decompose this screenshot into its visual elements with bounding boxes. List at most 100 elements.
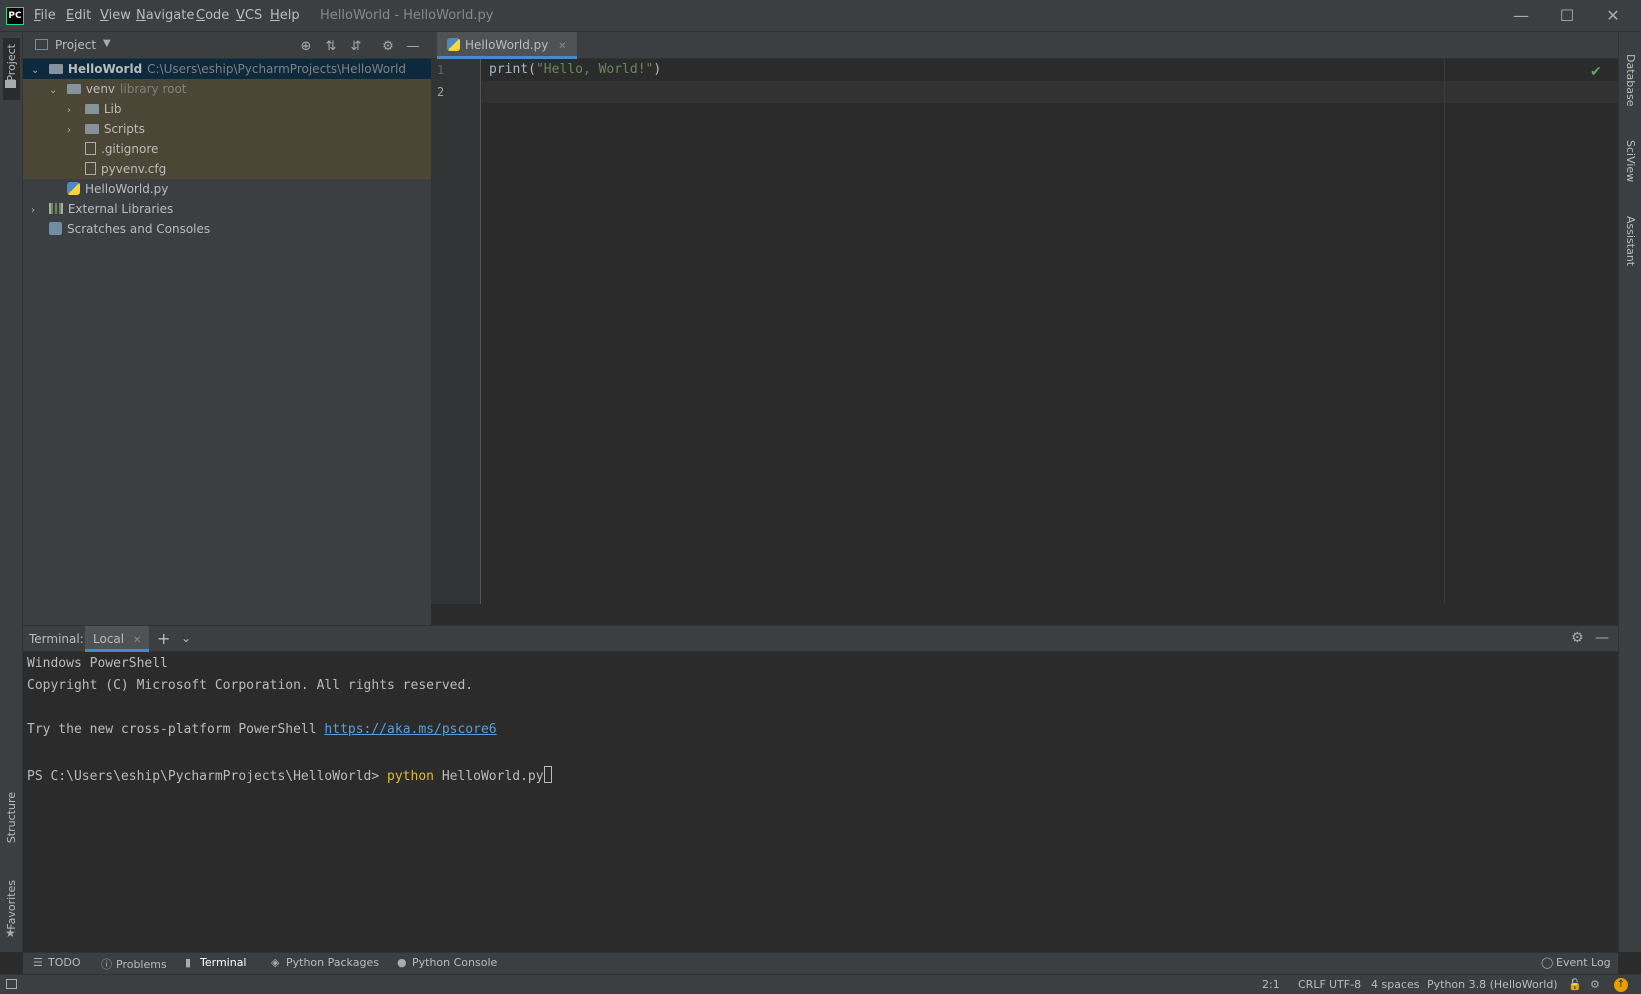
tool-tab-label: Terminal [200, 956, 247, 969]
chevron-down-icon[interactable]: ⌄ [49, 81, 59, 101]
packages-icon: ◈ [271, 956, 280, 969]
status-caret-position[interactable]: 2:1 [1262, 978, 1280, 991]
tree-root-path: C:\Users\eship\PycharmProjects\HelloWorl… [147, 62, 406, 76]
tree-item-lib[interactable]: › Lib [23, 99, 431, 119]
left-tool-strip: Project Structure Favorites ★ [0, 32, 23, 952]
gear-icon[interactable]: ⚙ [1571, 630, 1584, 646]
terminal-output[interactable]: Windows PowerShell Copyright (C) Microso… [23, 652, 1618, 951]
python-console-icon: ● [397, 956, 407, 969]
project-view-selector[interactable]: Project [55, 38, 96, 52]
libraries-icon [48, 203, 63, 214]
chevron-right-icon[interactable]: › [67, 121, 77, 141]
code-close-paren: ) [653, 62, 662, 77]
status-indent[interactable]: 4 spaces [1371, 978, 1420, 991]
code-line-1[interactable]: print("Hello, World!") [489, 62, 661, 77]
project-tool-tab[interactable]: Project [3, 38, 20, 100]
chevron-down-icon[interactable]: ▼ [103, 38, 111, 49]
folder-icon [66, 84, 81, 94]
tool-tab-event-log[interactable]: ◯ Event Log [1541, 956, 1611, 969]
tool-tab-label: Python Console [412, 956, 498, 969]
tool-tab-label: TODO [48, 956, 81, 969]
minimize-icon[interactable]: — [1511, 6, 1531, 26]
project-view-icon [35, 39, 48, 50]
tool-tab-todo[interactable]: ☰ TODO [33, 956, 81, 969]
chevron-right-icon[interactable]: › [67, 101, 77, 121]
terminal-prompt-line[interactable]: PS C:\Users\eship\PycharmProjects\HelloW… [27, 766, 552, 784]
tree-venv-label: venv [85, 82, 116, 96]
lock-icon[interactable]: 🔓 [1568, 978, 1582, 991]
expand-all-icon[interactable]: ⇅ [323, 39, 339, 55]
favorites-tool-tab[interactable]: Favorites [5, 880, 18, 930]
terminal-line: Try the new cross-platform PowerShell ht… [27, 722, 497, 737]
status-line-separator[interactable]: CRLF [1298, 978, 1326, 991]
chevron-down-icon[interactable]: ⌄ [181, 631, 191, 645]
tool-tab-label: Event Log [1556, 956, 1611, 969]
terminal-label: Terminal: [29, 632, 84, 646]
tree-item-gitignore[interactable]: .gitignore [23, 139, 431, 159]
info-icon: ⓘ [101, 958, 112, 971]
right-tool-strip: Database SciView Assistant [1618, 32, 1641, 952]
menu-navigate[interactable]: Navigate [136, 8, 194, 23]
tree-item-helloworld-py[interactable]: HelloWorld.py [23, 179, 431, 199]
tree-item-root[interactable]: ⌄ HelloWorld C:\Users\eship\PycharmProjec… [23, 59, 431, 79]
status-bar: 2:1 CRLF UTF-8 4 spaces Python 3.8 (Hell… [0, 974, 1641, 994]
tool-tab-problems[interactable]: ⓘ Problems [101, 956, 167, 972]
config-file-icon [85, 162, 96, 175]
close-icon[interactable]: ✕ [1603, 6, 1623, 26]
tree-scratches-label: Scratches and Consoles [67, 222, 211, 236]
tool-tab-python-packages[interactable]: ◈ Python Packages [271, 956, 379, 969]
new-terminal-icon[interactable]: + [157, 629, 170, 648]
folder-icon [48, 64, 63, 74]
notification-icon[interactable]: ↑ [1614, 978, 1628, 992]
menu-help[interactable]: Help [270, 8, 300, 23]
tree-external-libs-label: External Libraries [67, 202, 174, 216]
collapse-all-icon[interactable]: ⇵ [348, 39, 364, 55]
terminal-text: Try the new cross-platform PowerShell [27, 722, 325, 737]
tree-item-scripts[interactable]: › Scripts [23, 119, 431, 139]
terminal-header: Terminal: Local ✕ + ⌄ ⚙ — [23, 626, 1618, 652]
editor-gutter: 1 2 [431, 59, 481, 604]
tree-scripts-label: Scripts [103, 122, 145, 136]
assistant-tool-tab[interactable]: Assistant [1624, 216, 1637, 266]
close-tab-icon[interactable]: ✕ [133, 635, 141, 646]
editor-tab-helloworld[interactable]: HelloWorld.py ✕ [437, 32, 577, 59]
menu-vcs[interactable]: VCS [236, 8, 262, 23]
hide-panel-icon[interactable]: — [405, 39, 421, 55]
tree-item-venv[interactable]: ⌄ venv library root [23, 79, 431, 99]
menu-edit[interactable]: Edit [66, 8, 91, 23]
editor-tab-label: HelloWorld.py [465, 38, 549, 52]
status-interpreter[interactable]: Python 3.8 (HelloWorld) [1427, 978, 1558, 991]
sciview-tool-tab[interactable]: SciView [1624, 140, 1637, 182]
terminal-cursor [543, 766, 552, 783]
code-editor[interactable] [482, 59, 1618, 604]
caret-row-highlight [482, 81, 1618, 103]
tool-tab-terminal[interactable]: ▮ Terminal [185, 956, 247, 969]
code-function: print( [489, 62, 536, 77]
chevron-right-icon[interactable]: › [31, 201, 41, 221]
chevron-down-icon[interactable]: ⌄ [31, 61, 41, 81]
terminal-tab-local[interactable]: Local ✕ [85, 626, 150, 652]
gear-icon[interactable]: ⚙ [1590, 978, 1600, 991]
pycharm-logo-icon: PC [6, 7, 24, 25]
menu-code[interactable]: Code [196, 8, 229, 23]
close-tab-icon[interactable]: ✕ [558, 41, 566, 52]
gear-icon[interactable]: ⚙ [380, 39, 396, 55]
structure-tool-tab[interactable]: Structure [5, 792, 18, 843]
folder-icon [84, 104, 99, 114]
tree-gitignore-label: .gitignore [101, 142, 159, 156]
tool-tab-python-console[interactable]: ● Python Console [397, 956, 497, 969]
hide-panel-icon[interactable]: — [1595, 630, 1609, 646]
toggle-tool-windows-icon[interactable] [6, 979, 17, 989]
pscore-link[interactable]: https://aka.ms/pscore6 [324, 722, 496, 737]
tree-item-scratches[interactable]: Scratches and Consoles [23, 219, 431, 239]
menu-view[interactable]: View [100, 8, 131, 23]
menu-file[interactable]: File [34, 8, 56, 23]
scratches-icon [49, 222, 62, 235]
terminal-line: Copyright (C) Microsoft Corporation. All… [27, 678, 474, 693]
tree-item-external-libraries[interactable]: › External Libraries [23, 199, 431, 219]
database-tool-tab[interactable]: Database [1624, 54, 1637, 107]
locate-file-icon[interactable]: ⊕ [298, 39, 314, 55]
status-encoding[interactable]: UTF-8 [1329, 978, 1361, 991]
maximize-icon[interactable]: ☐ [1557, 6, 1577, 26]
tree-item-pyvenv[interactable]: pyvenv.cfg [23, 159, 431, 179]
